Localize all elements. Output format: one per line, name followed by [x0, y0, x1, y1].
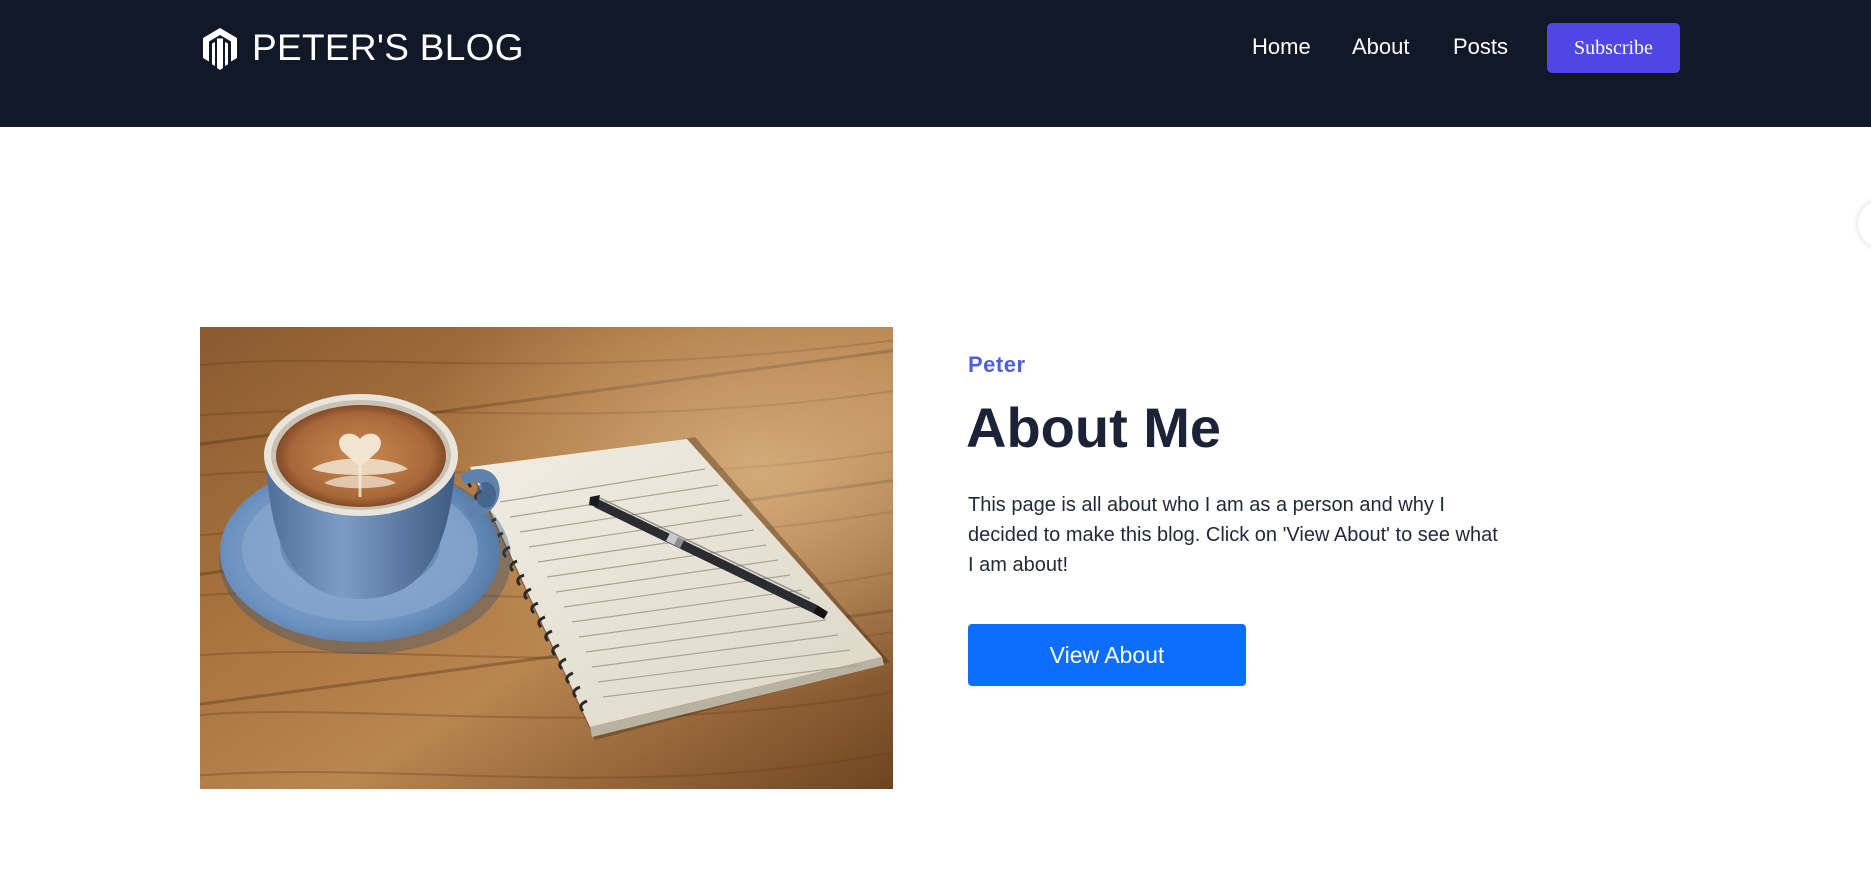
site-header: PETER'S BLOG Home About Posts Subscribe	[0, 0, 1871, 127]
side-scroll-handle[interactable]	[1858, 200, 1871, 248]
brand-name: PETER'S BLOG	[252, 27, 524, 68]
view-about-button[interactable]: View About	[968, 624, 1246, 686]
brand-link[interactable]: PETER'S BLOG	[200, 26, 524, 70]
author-label: Peter	[968, 352, 1026, 377]
coffee-cup-notebook-pen-image	[200, 327, 893, 789]
nav-link-home[interactable]: Home	[1252, 32, 1311, 62]
nav-link-about[interactable]: About	[1352, 32, 1410, 62]
hexagon-m-logo-icon	[203, 28, 237, 70]
subscribe-button[interactable]: Subscribe	[1547, 23, 1680, 73]
page-description: This page is all about who I am as a per…	[968, 494, 1498, 576]
nav-link-posts[interactable]: Posts	[1453, 32, 1508, 62]
page-title: About Me	[966, 396, 1222, 459]
